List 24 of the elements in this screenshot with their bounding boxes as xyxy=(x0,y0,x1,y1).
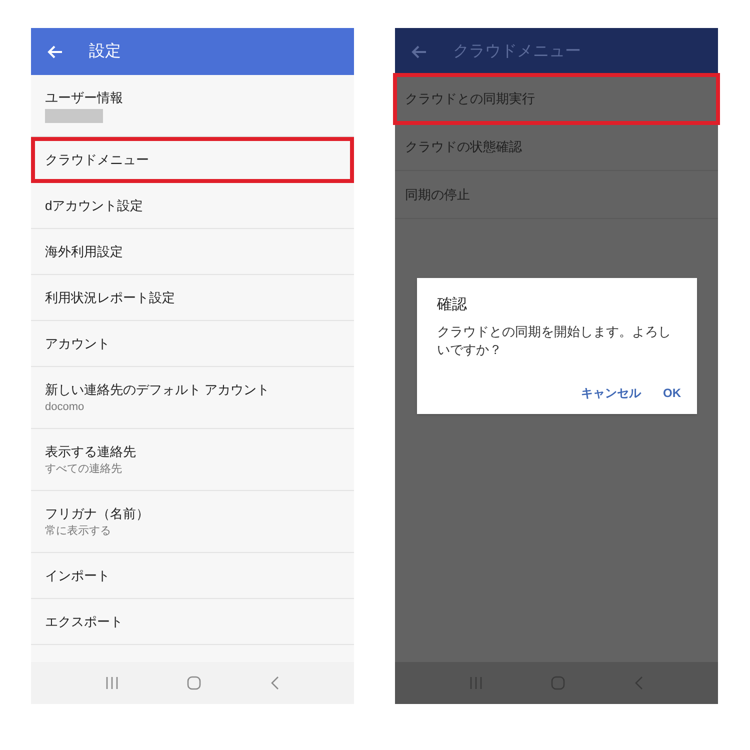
settings-item[interactable]: ユーザー情報 xyxy=(31,75,354,137)
settings-item[interactable]: アカウント xyxy=(31,321,354,367)
settings-item[interactable]: エクスポート xyxy=(31,599,354,645)
settings-item[interactable]: 新しい連絡先のデフォルト アカウント docomo xyxy=(31,367,354,429)
screen-title: 設定 xyxy=(89,42,121,62)
settings-item[interactable]: 表示する連絡先 すべての連絡先 xyxy=(31,429,354,491)
settings-item[interactable]: 利用状況レポート設定 xyxy=(31,275,354,321)
settings-item[interactable]: 海外利用設定 xyxy=(31,229,354,275)
back-arrow-icon[interactable] xyxy=(411,44,427,58)
home-icon[interactable] xyxy=(187,676,202,690)
settings-item[interactable]: dアカウント設定 xyxy=(31,183,354,229)
settings-item[interactable]: インポート xyxy=(31,553,354,599)
dialog-button[interactable]: キャンセル xyxy=(581,384,641,402)
home-icon[interactable] xyxy=(551,676,566,690)
screen-title: クラウドメニュー xyxy=(453,42,581,62)
recent-apps-icon[interactable] xyxy=(105,676,120,690)
dialog-title: 確認 xyxy=(437,295,468,315)
back-icon[interactable] xyxy=(270,676,280,690)
back-icon[interactable] xyxy=(634,676,644,690)
dialog-message: クラウドとの同期を開始します。よろしいですか？ xyxy=(437,322,672,358)
settings-item[interactable]: クラウドメニュー xyxy=(31,137,354,183)
settings-item[interactable]: フリガナ（名前） 常に表示する xyxy=(31,491,354,553)
dialog-button[interactable]: OK xyxy=(663,384,681,402)
recent-apps-icon[interactable] xyxy=(469,676,484,690)
